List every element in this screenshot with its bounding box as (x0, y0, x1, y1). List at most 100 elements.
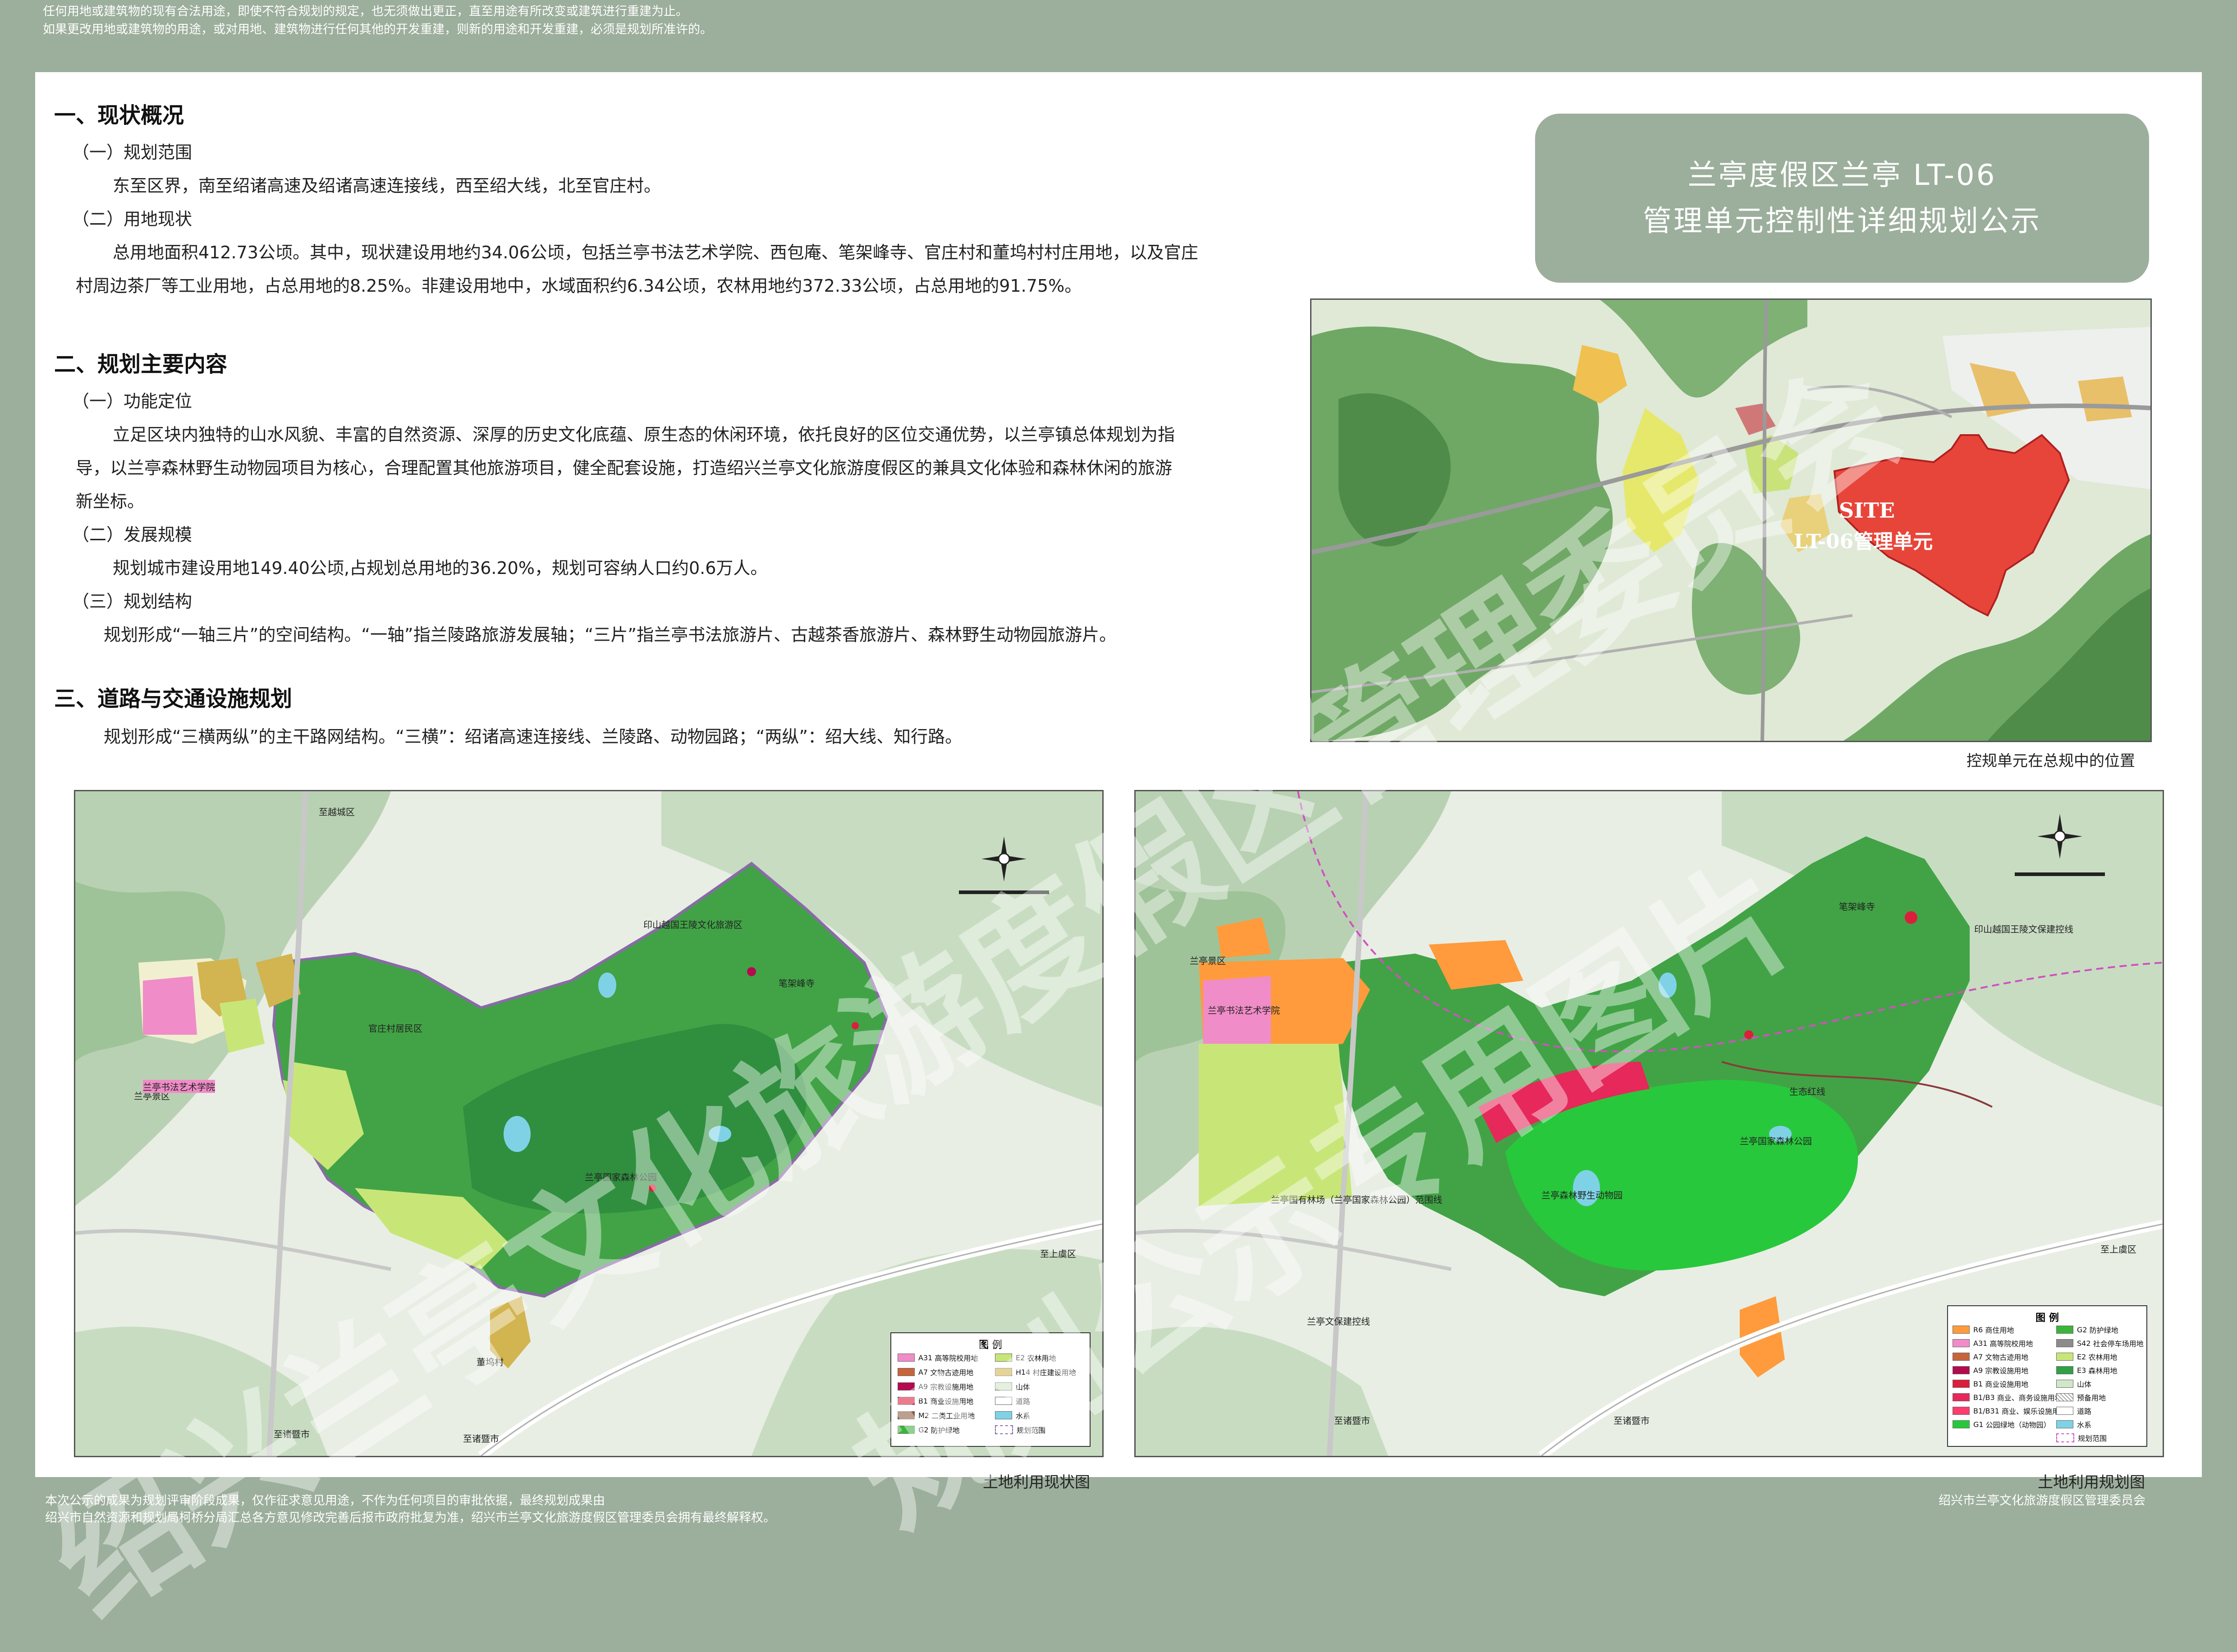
label-lanting-area: 兰亭景区 (1190, 955, 1226, 966)
legend-item: B1/B3 商业、商务设施用地 (1953, 1392, 2062, 1403)
current-map-legend: 图 例 A31 高等院校用地 A7 文物古迹用地 A9 宗教设施用地 B1 商业… (890, 1332, 1091, 1447)
location-map-graphic (1311, 300, 2150, 741)
legend-item-name: 商业设施用地 (930, 1397, 974, 1406)
legend-item-name: 预备用地 (2077, 1394, 2106, 1402)
footer-line-2: 绍兴市自然资源和规划局柯桥分局汇总各方意见修改完善后报市政府批复为准，绍兴市兰亭… (45, 1511, 775, 1525)
section-2-sub1: （一）功能定位 (72, 391, 193, 411)
legend-item: G2 防护绿地 (2056, 1324, 2118, 1335)
section-2-p2: 规划城市建设用地149.40公顷,占规划总用地的36.20%，规划可容纳人口约0… (113, 558, 768, 578)
current-map-caption: 土地利用现状图 (983, 1473, 1090, 1491)
legend-item-code: G2 (918, 1425, 929, 1434)
label-to-zhuji-2: 至诸暨市 (1614, 1415, 1650, 1426)
section-2-sub3: （三）规划结构 (72, 592, 193, 611)
legend-item-code: B1 (918, 1396, 928, 1405)
legend-item: 水系 (995, 1410, 1030, 1421)
label-dongwu: 董坞村 (477, 1357, 504, 1367)
legend-item-code: G2 (2077, 1325, 2087, 1334)
legend-swatch (898, 1382, 915, 1390)
legend-title: 图 例 (979, 1340, 1002, 1351)
legend-swatch (1953, 1339, 1970, 1347)
legend-item-name: 高等院校用地 (935, 1354, 978, 1363)
top-notice: 任何用地或建筑物的现有合法用途，即使不符合规划的规定，也无须做出更正，直至用途有… (43, 3, 712, 39)
legend-item: A31 高等院校用地 (898, 1352, 978, 1363)
legend-item-name: 村庄建设用地 (1032, 1368, 1076, 1377)
location-map-caption: 控规单元在总规中的位置 (1967, 752, 2135, 770)
top-notice-line-1: 任何用地或建筑物的现有合法用途，即使不符合规划的规定，也无须做出更正，直至用途有… (43, 5, 688, 18)
legend-item-code: B1 (1973, 1379, 1983, 1388)
legend-item-name: 规划范围 (1017, 1426, 1046, 1435)
label-yinshan: 印山越国王陵文化旅游区 (643, 919, 743, 930)
legend-item-code: A31 (1973, 1339, 1988, 1348)
label-guanzhuang: 官庄村居民区 (368, 1023, 422, 1034)
legend-swatch (1953, 1393, 1970, 1401)
legend-swatch (2056, 1326, 2073, 1334)
legend-item-code: A7 (918, 1367, 928, 1377)
legend-item: B1 商业设施用地 (1953, 1378, 2028, 1389)
legend-item-name: 山体 (1016, 1383, 1031, 1391)
label-forest-park: 兰亭国家森林公园 (1740, 1136, 1812, 1147)
site-label: SITE (1839, 498, 1895, 523)
label-forest-park: 兰亭国家森林公园 (585, 1172, 657, 1183)
legend-swatch (898, 1354, 915, 1362)
label-protect-line: 兰亭文保建控线 (1307, 1316, 1370, 1327)
legend-item-code: S42 (2077, 1339, 2091, 1348)
legend-swatch (1953, 1366, 1970, 1374)
title-line-1: 兰亭度假区兰亭 LT-06 (1687, 158, 1997, 192)
legend-item-name: 农林用地 (2088, 1353, 2118, 1362)
label-to-zhuji-1: 至诸暨市 (1334, 1415, 1370, 1426)
legend-item-name: 高等院校用地 (1989, 1340, 2033, 1348)
legend-swatch (898, 1411, 915, 1419)
legend-swatch (2056, 1433, 2074, 1442)
legend-item-code: A7 (1973, 1352, 1983, 1361)
current-landuse-map: 至越城区 印山越国王陵文化旅游区 兰亭景区 兰亭书法艺术学院 官庄村居民区 兰亭… (74, 790, 1104, 1457)
legend-item-name: 社会停车场用地 (2093, 1340, 2144, 1348)
legend-item: A7 文物古迹用地 (898, 1367, 973, 1377)
section-1-sub2: （二）用地现状 (72, 209, 193, 229)
legend-title: 图 例 (2035, 1312, 2059, 1324)
label-to-shangyu: 至上虞区 (2100, 1244, 2136, 1255)
legend-item-name: 农林用地 (1027, 1354, 1056, 1363)
legend-item-name: 规划范围 (2078, 1434, 2107, 1443)
section-2-p1a: 立足区块内独特的山水风貌、丰富的自然资源、深厚的历史文化底蕴、原生态的休闲环境，… (113, 425, 1175, 445)
section-1-sub1: （一）规划范围 (72, 142, 193, 162)
legend-item: A31 高等院校用地 (1953, 1338, 2033, 1349)
section-1-p2a: 总用地面积412.73公顷。其中，现状建设用地约34.06公顷，包括兰亭书法艺术… (113, 243, 1198, 262)
legend-item-code: R6 (1973, 1325, 1983, 1334)
legend-item-code: B1/B3 (1973, 1393, 1995, 1402)
legend-item-name: 文物古迹用地 (930, 1368, 974, 1377)
legend-swatch (2056, 1366, 2073, 1374)
section-2-p1b: 导，以兰亭森林野生动物园项目为核心，合理配置其他旅游项目，健全配套设施，打造绍兴… (76, 458, 1173, 478)
legend-item-code: A9 (918, 1382, 928, 1391)
legend-item: 山体 (995, 1381, 1030, 1392)
legend-item-name: 商业设施用地 (1985, 1380, 2029, 1389)
legend-item: E3 森林用地 (2056, 1365, 2117, 1376)
legend-item: 规划范围 (995, 1424, 1045, 1435)
legend-swatch (995, 1368, 1012, 1376)
legend-item-code: B1/B31 (1973, 1406, 1999, 1415)
legend-item: M2 二类工业用地 (898, 1410, 975, 1421)
plan-landuse-map: 兰亭景区 兰亭书法艺术学院 生态红线 印山越国王陵文保建控线 笔架峰寺 兰亭国家… (1134, 790, 2164, 1457)
legend-item-code: E2 (2077, 1352, 2086, 1361)
legend-item-name: 山体 (2077, 1380, 2092, 1389)
legend-item: E2 农林用地 (2056, 1351, 2117, 1362)
legend-item-code: M2 (918, 1411, 929, 1420)
legend-item-name: 道路 (2077, 1407, 2092, 1416)
section-1-p1: 东至区界，南至绍诸高速及绍诸高速连接线，西至绍大线，北至官庄村。 (113, 176, 661, 196)
title-box: 兰亭度假区兰亭 LT-06 管理单元控制性详细规划公示 (1535, 114, 2149, 283)
legend-item: E2 农林用地 (995, 1352, 1056, 1363)
legend-swatch (1953, 1407, 1970, 1415)
legend-swatch (898, 1426, 915, 1434)
legend-item-code: H14 (1016, 1367, 1031, 1377)
footer-disclaimer: 本次公示的成果为规划评审阶段成果，仅作征求意见用途，不作为任何项目的审批依据，最… (45, 1492, 775, 1527)
label-forest-farm: 兰亭国有林场（兰亭国家森林公园）范围线 (1271, 1194, 1442, 1205)
legend-item: R6 商住用地 (1953, 1324, 2014, 1335)
title-line-2: 管理单元控制性详细规划公示 (1643, 204, 2041, 238)
legend-swatch (898, 1397, 915, 1405)
legend-item: G2 防护绿地 (898, 1424, 960, 1435)
legend-item-code: A31 (918, 1353, 933, 1362)
section-2-p1c: 新坐标。 (76, 491, 145, 511)
top-notice-line-2: 如果更改用地或建筑物的用途，或对用地、建筑物进行任何其他的开发重建，则新的用途和… (43, 23, 712, 37)
legend-item: 山体 (2056, 1378, 2091, 1389)
legend-swatch (2056, 1380, 2073, 1388)
legend-item: 规划范围 (2056, 1432, 2107, 1443)
